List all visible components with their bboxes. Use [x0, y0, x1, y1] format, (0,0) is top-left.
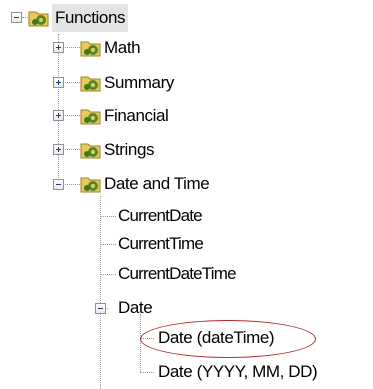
plus-box-icon[interactable]: [53, 42, 64, 53]
tree-line: [100, 196, 101, 389]
folder-gear-icon: [80, 109, 101, 125]
folder-gear-icon: [28, 11, 49, 27]
node-label: Date (YYYY, MM, DD): [158, 362, 318, 381]
node-label: Strings: [104, 140, 155, 159]
folder-gear-icon: [80, 143, 101, 159]
tree-line: [100, 274, 116, 275]
tree-line: [140, 314, 141, 372]
folder-gear-icon: [80, 41, 101, 57]
tree-line: [100, 244, 116, 245]
tree-line: [58, 34, 59, 184]
node-label: Functions: [52, 4, 129, 32]
minus-box-icon[interactable]: [53, 179, 64, 190]
tree-line: [140, 372, 154, 373]
node-label: Date: [118, 298, 153, 317]
minus-box-icon[interactable]: [95, 303, 106, 314]
node-label: CurrentDate: [118, 206, 203, 225]
node-label: Date and Time: [104, 174, 210, 193]
node-label: CurrentDateTime: [118, 264, 237, 283]
node-label: Math: [104, 38, 141, 57]
functions-tree: Functions Math Summary Financial Strings…: [0, 0, 373, 389]
folder-gear-icon: [80, 76, 101, 92]
plus-box-icon[interactable]: [53, 110, 64, 121]
node-label: CurrentTime: [118, 234, 204, 253]
plus-box-icon[interactable]: [53, 144, 64, 155]
plus-box-icon[interactable]: [53, 77, 64, 88]
node-label: Financial: [104, 106, 169, 125]
minus-box-icon[interactable]: [11, 12, 22, 23]
folder-gear-icon: [80, 177, 101, 193]
node-label: Summary: [104, 73, 174, 92]
tree-line: [100, 216, 116, 217]
highlight-ellipse: [140, 320, 316, 358]
